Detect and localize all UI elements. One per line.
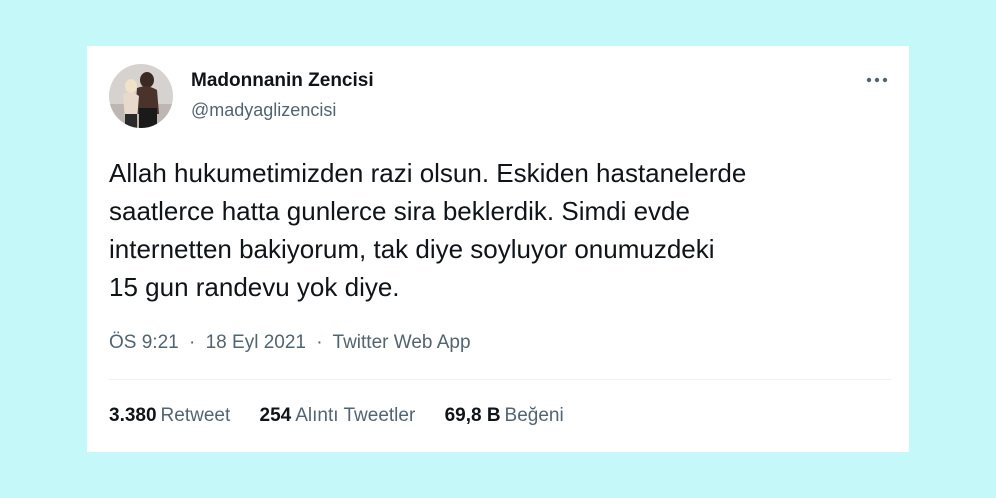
tweet-card: Madonnanin Zencisi @madyaglizencisi Alla… (87, 46, 909, 452)
tweet-text-line: 15 gun randevu yok diye. (109, 272, 400, 302)
author-name[interactable]: Madonnanin Zencisi (191, 70, 374, 92)
tweet-text: Allah hukumetimizden razi olsun. Eskiden… (109, 154, 899, 306)
more-options-button[interactable] (863, 70, 891, 90)
tweet-metadata: ÖS 9:21 · 18 Eyl 2021 · Twitter Web App (109, 332, 471, 354)
likes-count: 69,8 B (444, 405, 501, 426)
author-avatar[interactable] (109, 64, 173, 128)
tweet-stats: 3.380 Retweet 254 Alıntı Tweetler 69,8 B Be… (109, 405, 588, 427)
tweet-date[interactable]: 18 Eyl 2021 (206, 332, 306, 353)
avatar-image (109, 64, 173, 128)
likes-stat[interactable]: 69,8 B Beğeni (445, 405, 564, 427)
quote-tweets-count: 254 (259, 405, 292, 426)
tweet-text-line: saatlerce hatta gunlerce sira beklerdik.… (109, 196, 690, 226)
tweet-text-line: internetten bakiyorum, tak diye soyluyor… (109, 234, 715, 264)
quote-tweets-stat[interactable]: 254 Alıntı Tweetler (260, 405, 416, 427)
retweets-stat[interactable]: 3.380 Retweet (109, 405, 230, 427)
likes-label: Beğeni (504, 405, 564, 426)
quote-tweets-label: Alıntı Tweetler (295, 405, 416, 426)
tweet-text-line: Allah hukumetimizden razi olsun. Eskiden… (109, 158, 747, 188)
retweets-label: Retweet (160, 405, 231, 426)
tweet-source[interactable]: Twitter Web App (333, 332, 471, 353)
meta-separator: · (189, 332, 196, 353)
tweet-time[interactable]: ÖS 9:21 (109, 332, 179, 353)
retweets-count: 3.380 (109, 405, 157, 426)
author-handle[interactable]: @madyaglizencisi (191, 100, 336, 121)
meta-separator: · (316, 332, 323, 353)
more-horizontal-icon (866, 77, 888, 83)
divider (109, 379, 891, 380)
